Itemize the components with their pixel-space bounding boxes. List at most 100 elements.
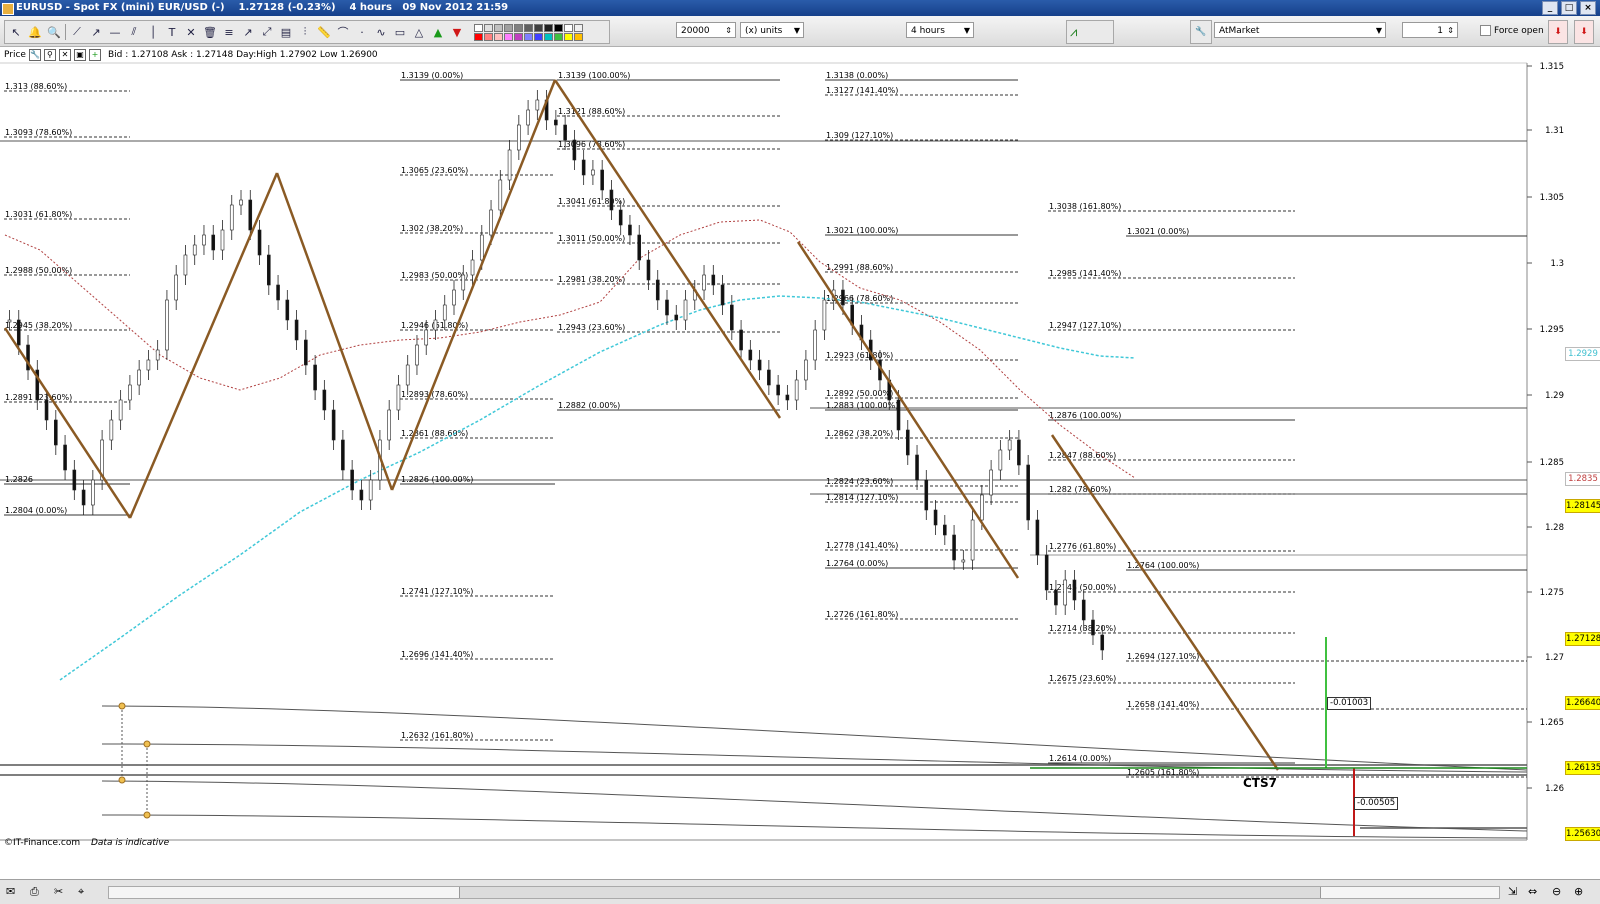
candle-body (276, 284, 280, 301)
candle-body (128, 384, 132, 401)
arc-icon[interactable]: ⌒ (335, 24, 351, 40)
wrench-icon[interactable]: 🔧 (28, 49, 41, 61)
wrench-button[interactable]: 🔧 (1190, 20, 1212, 44)
close-icon[interactable]: × (1580, 1, 1596, 15)
palette-swatch[interactable] (514, 23, 523, 32)
arrow-tool-icon[interactable]: ↗ (240, 24, 256, 40)
delete-icon[interactable]: ✕ (183, 24, 199, 40)
palette-swatch[interactable] (504, 32, 513, 41)
candle-body (294, 319, 299, 341)
palette-swatch[interactable] (504, 23, 513, 32)
candle-body (989, 469, 993, 496)
force-open-checkbox[interactable] (1480, 25, 1491, 36)
measure-up-label: -0.01003 (1327, 697, 1372, 710)
close-icon[interactable]: ✕ (58, 49, 71, 61)
envelope-icon[interactable]: ✉ (6, 885, 15, 898)
ray-tool-icon[interactable]: ↗ (88, 24, 104, 40)
palette-swatch[interactable] (494, 32, 503, 41)
palette-swatch[interactable] (494, 23, 503, 32)
palette-swatch[interactable] (524, 32, 533, 41)
scroll-thumb[interactable] (459, 887, 1321, 898)
buy-arrow-icon[interactable]: ▲ (430, 24, 446, 40)
palette-swatch[interactable] (484, 23, 493, 32)
properties-icon[interactable]: ▣ (73, 49, 86, 61)
triangle-icon[interactable]: △ (411, 24, 427, 40)
candle-body (433, 319, 438, 331)
palette-swatch[interactable] (514, 32, 523, 41)
zoom-in-icon[interactable]: ⊕ (1574, 885, 1583, 898)
zoom-out-icon[interactable]: ⊖ (1552, 885, 1561, 898)
dot-icon[interactable]: · (354, 24, 370, 40)
add-icon[interactable]: + (88, 49, 101, 61)
swing-line (553, 79, 782, 419)
palette-swatch[interactable] (574, 23, 583, 32)
candle-body (933, 509, 938, 526)
cursor-icon[interactable]: ↖ (8, 24, 24, 40)
sell-arrow-icon[interactable]: ▼ (449, 24, 465, 40)
separator (65, 24, 66, 40)
vline-tool-icon[interactable]: │ (145, 24, 161, 40)
alarm-icon[interactable]: 🔔 (27, 24, 43, 40)
fib-icon[interactable]: ≡ (221, 24, 237, 40)
trash-icon[interactable]: 🗑 (202, 24, 218, 40)
palette-swatch[interactable] (474, 23, 483, 32)
palette-swatch[interactable] (554, 23, 563, 32)
color-palette[interactable] (474, 23, 583, 41)
auto-scroll-icon[interactable]: ⇲ (1508, 885, 1517, 898)
fib-label: 1.2658 (141.40%) (1127, 700, 1199, 709)
price-marker: 1.28145 (1565, 499, 1600, 513)
candle-body (757, 359, 762, 371)
sell-button[interactable]: ⬇ (1548, 20, 1568, 44)
horizontal-scrollbar[interactable] (108, 886, 1500, 899)
minimize-icon[interactable]: _ (1542, 1, 1558, 15)
wave-icon[interactable]: ∿ (373, 24, 389, 40)
palette-swatch[interactable] (524, 23, 533, 32)
fib-label: 1.2826 (100.00%) (401, 475, 473, 484)
y-tick-label: 1.3 (1550, 259, 1564, 269)
fib-label: 1.3093 (78.60%) (5, 128, 72, 137)
palette-swatch[interactable] (574, 32, 583, 41)
close-position-button[interactable]: ⬇ (1574, 20, 1594, 44)
search-icon[interactable]: ⚲ (43, 49, 56, 61)
maximize-icon[interactable]: □ (1561, 1, 1577, 15)
fibfan-icon[interactable]: ⫶ (297, 24, 313, 40)
palette-swatch[interactable] (474, 32, 483, 41)
fib-label: 1.2862 (38.20%) (826, 429, 893, 438)
order-type-select[interactable]: AtMarket ▼ (1214, 22, 1386, 38)
line-tool-icon[interactable]: ⟋ (69, 24, 85, 40)
ruler-icon[interactable]: 📏 (316, 24, 332, 40)
print-icon[interactable]: ⎙ (30, 885, 39, 899)
unit-select[interactable]: (x) units ▼ (740, 22, 804, 38)
rectangle-icon[interactable]: ▭ (392, 24, 408, 40)
palette-swatch[interactable] (564, 23, 573, 32)
channel-tool-icon[interactable]: ⫽ (126, 24, 142, 40)
pin-icon[interactable]: ⌖ (78, 885, 84, 899)
source-text: ©IT-Finance.com (4, 838, 81, 848)
candle-body (998, 449, 1003, 471)
trade-chart-button[interactable]: ⩘ (1066, 20, 1114, 44)
palette-swatch[interactable] (534, 23, 543, 32)
palette-swatch[interactable] (544, 23, 553, 32)
tool-icon[interactable]: ⤢ (259, 24, 275, 40)
moving-average-fast (59, 295, 1136, 681)
fit-icon[interactable]: ⇔ (1528, 885, 1537, 898)
palette-swatch[interactable] (544, 32, 553, 41)
timeframe-select[interactable]: 4 hours ▼ (906, 22, 974, 38)
palette-swatch[interactable] (554, 32, 563, 41)
text-tool-icon[interactable]: T (164, 24, 180, 40)
fib-label: 1.3138 (0.00%) (826, 71, 888, 80)
lots-input[interactable]: 1 ⇕ (1402, 22, 1458, 38)
window-title: EURUSD - Spot FX (mini) EUR/USD (-) 1.27… (16, 2, 509, 13)
palette-swatch[interactable] (484, 32, 493, 41)
scissors-icon[interactable]: ✂ (54, 885, 63, 898)
price-chart[interactable]: 1.315 1.31 1.305 1.3 1.295 1.29 1.285 1.28 1.275… (0, 47, 1600, 847)
hline-tool-icon[interactable]: — (107, 24, 123, 40)
candle-body (609, 189, 614, 211)
palette-swatch[interactable] (564, 32, 573, 41)
quantity-input[interactable]: 20000 ⇕ (676, 22, 736, 38)
pattern-icon[interactable]: ▤ (278, 24, 294, 40)
candle-body (905, 429, 910, 456)
zoom-icon[interactable]: 🔍 (46, 24, 62, 40)
force-open-option[interactable]: Force open (1480, 25, 1544, 36)
palette-swatch[interactable] (534, 32, 543, 41)
